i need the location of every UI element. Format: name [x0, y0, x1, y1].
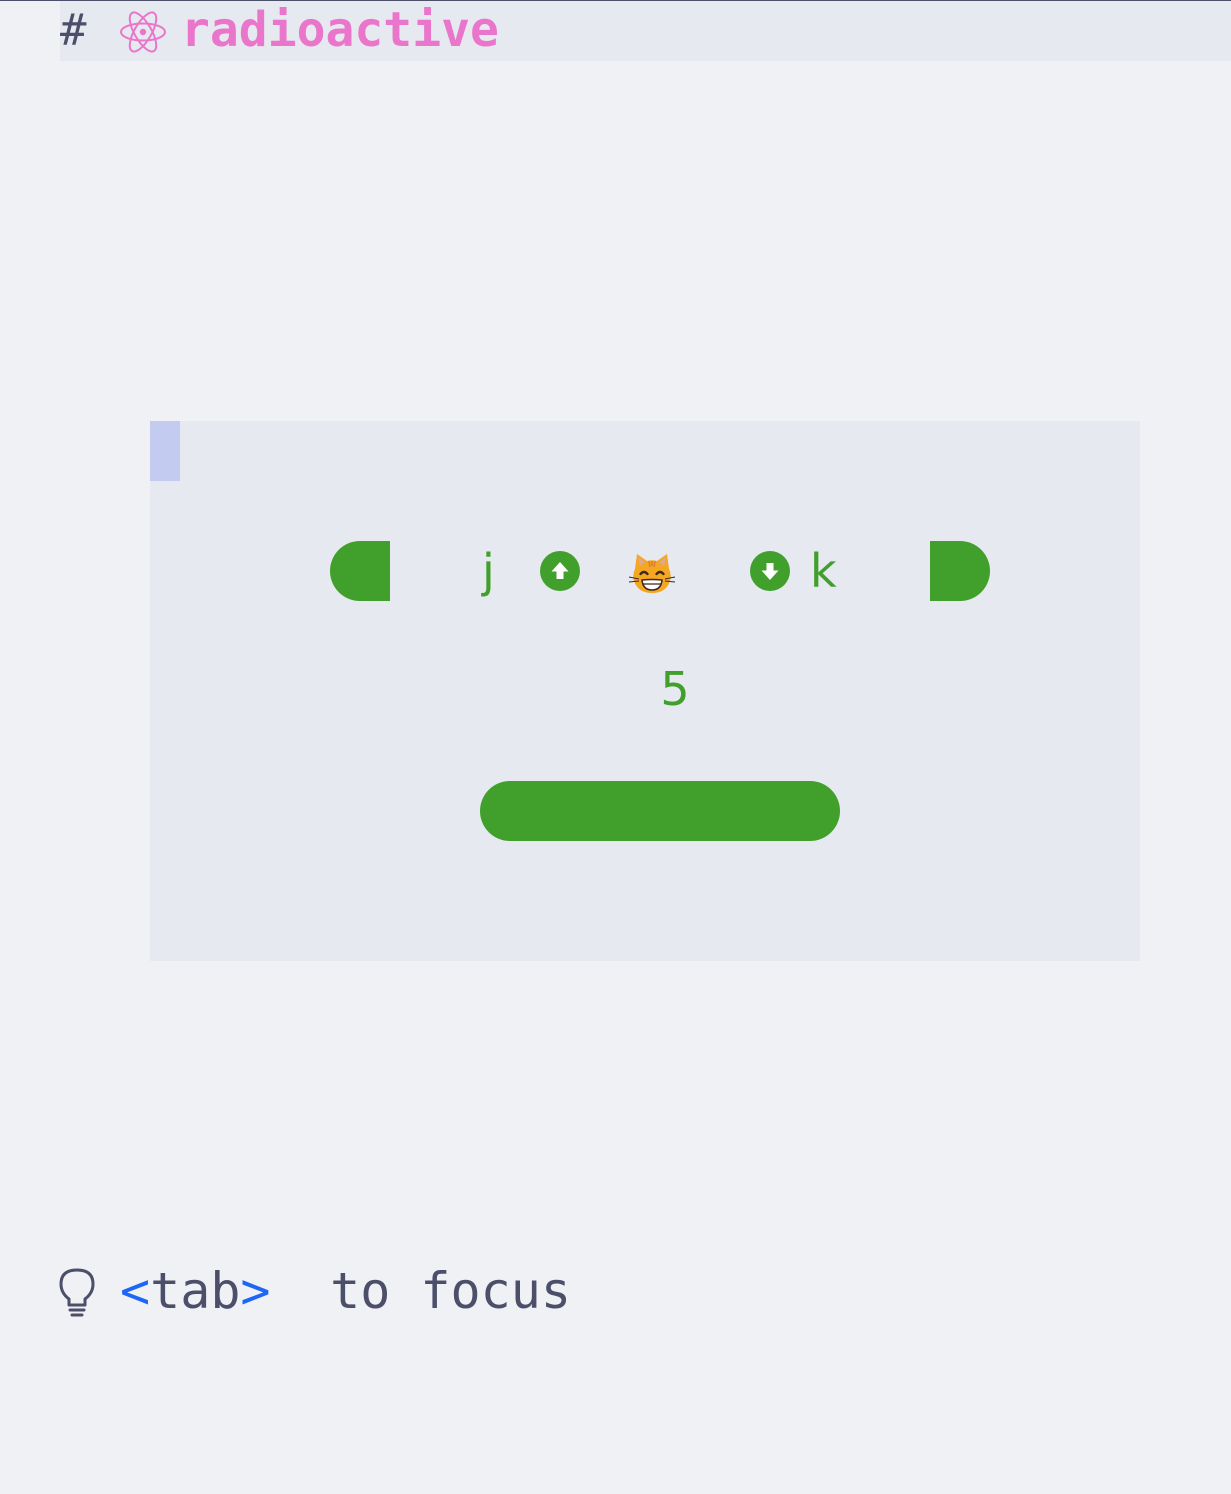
- counter-value: 5: [660, 662, 690, 716]
- key-hint-k: k: [810, 544, 837, 598]
- hint-text: to focus: [300, 1262, 571, 1320]
- decrement-cap[interactable]: [330, 541, 390, 601]
- arrow-up-circle-icon[interactable]: [540, 551, 580, 591]
- counter-panel[interactable]: j k 5: [150, 421, 1140, 961]
- focus-hint: <tab> to focus: [56, 1262, 571, 1320]
- key-hint-j: j: [482, 544, 495, 598]
- key-close-bracket: >: [240, 1262, 271, 1320]
- tab-key-label: <tab>: [120, 1262, 271, 1320]
- increment-cap[interactable]: [930, 541, 990, 601]
- page-header: # radioactive: [60, 1, 1231, 61]
- grinning-cat-emoji: [628, 554, 676, 593]
- lightbulb-icon: [59, 1268, 95, 1317]
- key-open-bracket: <: [120, 1262, 151, 1320]
- action-bar[interactable]: [480, 781, 840, 841]
- focus-cursor: [150, 421, 180, 481]
- tab-key-word: tab: [150, 1262, 241, 1320]
- heading-hash: #: [60, 5, 87, 56]
- atom-icon: [120, 11, 166, 53]
- page-title: radioactive: [181, 2, 499, 58]
- arrow-down-circle-icon[interactable]: [750, 551, 790, 591]
